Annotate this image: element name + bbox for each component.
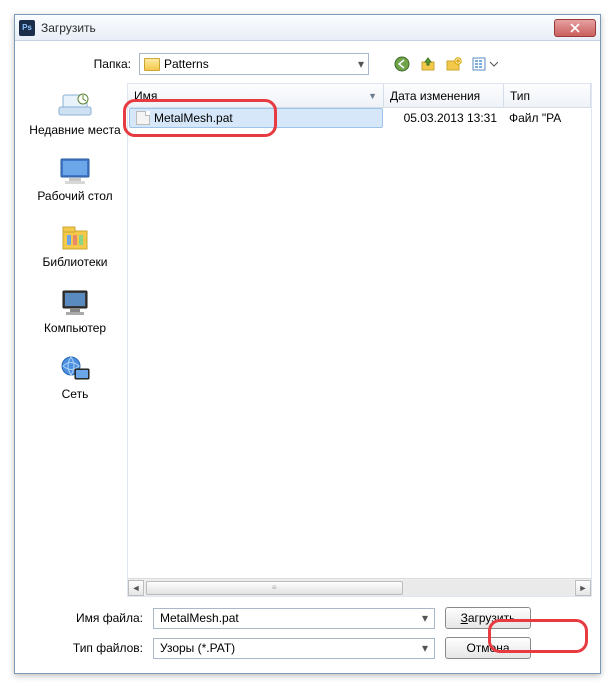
file-list-pane: Имя ▼ Дата изменения Тип MetalMesh.pat 0… [127, 83, 592, 597]
place-label: Рабочий стол [37, 189, 112, 203]
folder-icon [144, 58, 160, 71]
scroll-thumb[interactable]: ≡ [146, 581, 403, 595]
place-network[interactable]: Сеть [57, 353, 93, 401]
up-icon [420, 56, 436, 72]
folder-dropdown[interactable]: Patterns ▾ [139, 53, 369, 75]
dialog-window: Ps Загрузить Папка: Patterns ▾ [14, 14, 601, 674]
cancel-button[interactable]: Отмена [445, 637, 531, 659]
back-icon [394, 56, 410, 72]
folder-value: Patterns [164, 57, 209, 71]
folder-row: Папка: Patterns ▾ [23, 51, 592, 77]
view-icon [472, 56, 498, 72]
chevron-down-icon: ▾ [422, 641, 428, 655]
place-recent[interactable]: Недавние места [29, 89, 120, 137]
window-title: Загрузить [41, 21, 554, 35]
filename-label: Имя файла: [27, 611, 153, 625]
sort-indicator-icon: ▼ [368, 91, 377, 101]
file-row[interactable]: MetalMesh.pat 05.03.2013 13:31 Файл "PA [128, 108, 591, 128]
recent-icon [57, 89, 93, 121]
chevron-down-icon: ▾ [422, 611, 428, 625]
column-date[interactable]: Дата изменения [384, 84, 504, 107]
chevron-down-icon: ▾ [358, 57, 364, 71]
file-date: 05.03.2013 13:31 [404, 111, 497, 125]
new-folder-button[interactable] [443, 53, 465, 75]
close-button[interactable] [554, 19, 596, 37]
place-label: Библиотеки [42, 255, 107, 269]
titlebar[interactable]: Ps Загрузить [15, 15, 600, 41]
network-icon [57, 353, 93, 385]
app-icon: Ps [19, 20, 35, 36]
column-type[interactable]: Тип [504, 84, 591, 107]
place-label: Сеть [62, 387, 89, 401]
place-desktop[interactable]: Рабочий стол [37, 155, 112, 203]
computer-icon [57, 287, 93, 319]
place-label: Недавние места [29, 123, 120, 137]
file-name: MetalMesh.pat [154, 111, 233, 125]
place-libraries[interactable]: Библиотеки [42, 221, 107, 269]
scroll-track[interactable]: ≡ [145, 580, 574, 596]
desktop-icon [57, 155, 93, 187]
filetype-label: Тип файлов: [27, 641, 153, 655]
back-button[interactable] [391, 53, 413, 75]
libraries-icon [57, 221, 93, 253]
close-icon [570, 23, 580, 33]
horizontal-scrollbar[interactable]: ◄ ≡ ► [128, 578, 591, 596]
load-button[interactable]: Загрузить [445, 607, 531, 629]
column-name[interactable]: Имя ▼ [128, 84, 384, 107]
up-button[interactable] [417, 53, 439, 75]
file-icon [136, 111, 150, 125]
new-folder-icon [446, 56, 462, 72]
scroll-left-button[interactable]: ◄ [128, 580, 144, 596]
place-computer[interactable]: Компьютер [44, 287, 106, 335]
filename-input[interactable]: MetalMesh.pat ▾ [153, 608, 435, 629]
bottom-panel: Имя файла: MetalMesh.pat ▾ Загрузить Тип… [23, 597, 592, 665]
scroll-right-button[interactable]: ► [575, 580, 591, 596]
places-sidebar: Недавние места Рабочий стол Библиотеки К… [23, 83, 127, 597]
place-label: Компьютер [44, 321, 106, 335]
folder-label: Папка: [71, 57, 139, 71]
file-list[interactable]: MetalMesh.pat 05.03.2013 13:31 Файл "PA [128, 108, 591, 578]
column-headers: Имя ▼ Дата изменения Тип [128, 84, 591, 108]
filetype-dropdown[interactable]: Узоры (*.PAT) ▾ [153, 638, 435, 659]
view-button[interactable] [469, 53, 501, 75]
file-type: Файл "PA [509, 111, 561, 125]
